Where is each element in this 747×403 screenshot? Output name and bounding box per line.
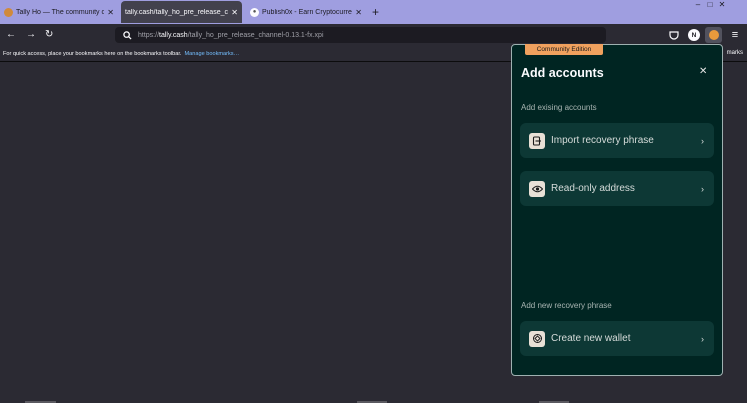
url-bar[interactable]: https://tally.cash/tally_ho_pre_release_… xyxy=(115,27,606,43)
wallet-icon xyxy=(529,330,545,347)
tab-publish0x[interactable]: ● Publish0x - Earn Cryptocurrenc ✕ xyxy=(246,1,366,23)
maximize-button[interactable]: □ xyxy=(704,0,716,10)
import-recovery-phrase-button[interactable]: Import recovery phrase › xyxy=(520,123,714,158)
tally-extension-icon[interactable] xyxy=(705,27,722,43)
close-window-button[interactable]: ✕ xyxy=(716,0,728,10)
existing-accounts-heading: Add exising accounts xyxy=(521,103,597,112)
bookmarks-overflow: marks xyxy=(726,50,743,56)
tab-title: Tally Ho — The community ow xyxy=(16,8,105,16)
nav-bar: ← → ↻ https://tally.cash/tally_ho_pre_re… xyxy=(0,24,747,46)
close-icon[interactable]: ✕ xyxy=(107,8,114,17)
tab-strip: Tally Ho — The community ow ✕ tally.cash… xyxy=(0,0,747,24)
close-popup-button[interactable]: ✕ xyxy=(699,66,707,77)
pocket-icon[interactable] xyxy=(668,29,680,41)
minimize-button[interactable]: – xyxy=(692,0,704,10)
create-new-wallet-button[interactable]: Create new wallet › xyxy=(520,321,714,356)
add-accounts-popup: Community Edition Add accounts ✕ Add exi… xyxy=(511,44,723,376)
option-label: Create new wallet xyxy=(551,333,631,344)
option-label: Read-only address xyxy=(551,183,635,194)
tab-title: tally.cash/tally_ho_pre_release_chan xyxy=(125,8,229,16)
forward-icon[interactable]: → xyxy=(26,29,36,40)
chevron-right-icon: › xyxy=(701,333,704,344)
tab-title: Publish0x - Earn Cryptocurrenc xyxy=(262,8,353,16)
tab-tally-ho[interactable]: Tally Ho — The community ow ✕ xyxy=(0,1,118,23)
close-icon[interactable]: ✕ xyxy=(231,8,238,17)
back-icon[interactable]: ← xyxy=(6,29,16,40)
tab-tally-cash[interactable]: tally.cash/tally_ho_pre_release_chan ✕ xyxy=(121,1,242,23)
account-avatar[interactable]: N xyxy=(688,29,700,41)
window-controls: – □ ✕ xyxy=(692,0,728,10)
url-text: https://tally.cash/tally_ho_pre_release_… xyxy=(138,31,324,39)
reload-icon[interactable]: ↻ xyxy=(45,29,53,40)
close-icon[interactable]: ✕ xyxy=(355,8,362,17)
chevron-right-icon: › xyxy=(701,135,704,146)
community-edition-badge: Community Edition xyxy=(525,44,603,55)
new-tab-button[interactable]: + xyxy=(372,5,379,19)
bookmarks-message: For quick access, place your bookmarks h… xyxy=(3,50,182,57)
new-recovery-phrase-heading: Add new recovery phrase xyxy=(521,301,612,310)
manage-bookmarks-link[interactable]: Manage bookmarks… xyxy=(184,51,239,57)
menu-icon[interactable]: ≡ xyxy=(729,29,741,41)
tally-fox-icon xyxy=(4,7,13,17)
search-icon xyxy=(123,30,132,40)
popup-title: Add accounts xyxy=(521,66,604,80)
publish0x-icon: ● xyxy=(250,7,259,17)
read-only-address-button[interactable]: Read-only address › xyxy=(520,171,714,206)
option-label: Import recovery phrase xyxy=(551,135,654,146)
eye-icon xyxy=(529,180,545,197)
import-icon xyxy=(529,132,545,149)
chevron-right-icon: › xyxy=(701,183,704,194)
